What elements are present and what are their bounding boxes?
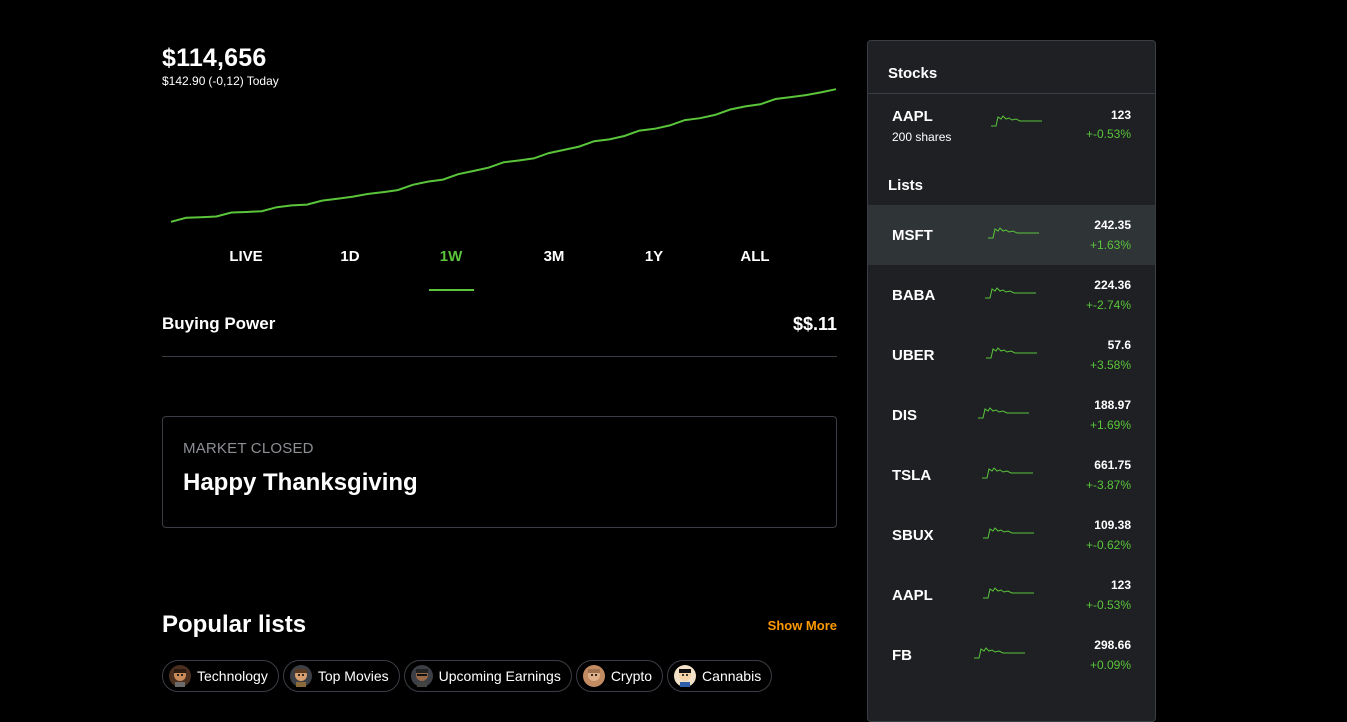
chip-label: Technology	[197, 668, 268, 684]
stock-percent: +-0.53%	[1085, 127, 1131, 141]
portfolio-value: $114,656	[162, 44, 267, 72]
portfolio-chart-svg	[170, 88, 837, 223]
stock-row-aapl[interactable]: AAPL 200 shares 123 +-0.53%	[868, 94, 1155, 168]
chip-top-movies[interactable]: Top Movies	[282, 660, 400, 692]
list-row-dis[interactable]: DIS 188.97 +1.69%	[868, 385, 1155, 445]
buying-power-value: $$.11	[792, 314, 837, 334]
list-price: 661.75	[1094, 458, 1131, 472]
list-percent: +-2.74%	[1085, 298, 1131, 312]
show-more-link[interactable]: Show More	[768, 618, 837, 633]
watchlist-sidebar: Stocks AAPL 200 shares 123 +-0.53% Lists…	[867, 40, 1156, 722]
chip-label: Top Movies	[317, 668, 389, 684]
list-price: 188.97	[1094, 398, 1131, 412]
avatar-crypto-icon	[582, 665, 605, 687]
list-symbol: BABA	[892, 287, 936, 304]
list-row-aapl[interactable]: AAPL 123 +-0.53%	[868, 565, 1155, 625]
market-status-card: MARKET CLOSED Happy Thanksgiving	[162, 416, 837, 528]
stocks-header-label: Stocks	[888, 65, 938, 82]
avatar-earnings-icon	[410, 665, 433, 687]
chip-cannabis[interactable]: Cannabis	[667, 660, 773, 692]
list-percent: +-0.62%	[1085, 538, 1131, 552]
avatar-movies-icon	[289, 665, 312, 687]
sparkline-icon	[974, 647, 1025, 659]
list-price: 224.36	[1094, 278, 1131, 292]
list-percent: +0.09%	[1089, 658, 1131, 672]
popular-lists-title: Popular lists	[162, 611, 307, 638]
list-row-fb[interactable]: FB 298.66 +0.09%	[868, 625, 1155, 685]
chip-technology[interactable]: Technology	[162, 660, 279, 692]
list-price: 123	[1110, 578, 1131, 592]
stocks-header: Stocks	[868, 41, 1155, 94]
list-symbol: UBER	[892, 347, 935, 364]
tab-all[interactable]: ALL	[725, 248, 785, 265]
chip-upcoming-earnings[interactable]: Upcoming Earnings	[403, 660, 572, 692]
stock-shares: 200 shares	[892, 130, 952, 144]
tab-1d[interactable]: 1D	[320, 248, 380, 265]
list-symbol: DIS	[892, 407, 918, 424]
market-message: Happy Thanksgiving	[183, 469, 418, 496]
sparkline-icon	[988, 227, 1039, 239]
lists-header: Lists	[888, 177, 924, 194]
active-tab-underline	[429, 289, 474, 291]
list-percent: +-0.53%	[1085, 598, 1131, 612]
list-row-sbux[interactable]: SBUX 109.38 +-0.62%	[868, 505, 1155, 565]
list-price: 109.38	[1094, 518, 1131, 532]
list-symbol: SBUX	[892, 527, 934, 544]
avatar-technology-icon	[169, 665, 191, 687]
list-percent: +1.69%	[1089, 418, 1131, 432]
list-percent: +-3.87%	[1085, 478, 1131, 492]
sparkline-icon	[986, 347, 1037, 359]
range-tabs: LIVE 1D 1W 3M 1Y ALL	[162, 248, 837, 292]
list-row-tsla[interactable]: TSLA 661.75 +-3.87%	[868, 445, 1155, 505]
portfolio-line	[170, 88, 837, 223]
buying-power-row[interactable]: Buying Power $$.11	[162, 312, 837, 357]
list-symbol: FB	[892, 647, 912, 664]
list-price: 298.66	[1094, 638, 1131, 652]
sparkline-icon	[982, 467, 1033, 479]
list-row-baba[interactable]: BABA 224.36 +-2.74%	[868, 265, 1155, 325]
list-row-uber[interactable]: UBER 57.6 +3.58%	[868, 325, 1155, 385]
popular-lists-chips: Technology Top Movies Upcoming Earnings …	[162, 660, 776, 692]
tab-live[interactable]: LIVE	[216, 248, 276, 265]
tab-1y[interactable]: 1Y	[624, 248, 684, 265]
chip-label: Upcoming Earnings	[438, 668, 561, 684]
main-column: $114,656 $142.90 (-0,12) Today LIVE 1D 1W …	[162, 0, 837, 696]
stock-symbol: AAPL	[892, 108, 933, 125]
sparkline-icon	[983, 587, 1034, 599]
list-price: 242.35	[1094, 218, 1131, 232]
chip-crypto[interactable]: Crypto	[575, 660, 664, 692]
list-symbol: TSLA	[892, 467, 932, 484]
list-percent: +1.63%	[1089, 238, 1131, 252]
list-symbol: MSFT	[892, 227, 933, 244]
chip-label: Crypto	[610, 668, 653, 684]
list-symbol: AAPL	[892, 587, 933, 604]
portfolio-chart[interactable]	[170, 84, 837, 229]
sparkline-icon	[985, 287, 1036, 299]
stock-price: 123	[1110, 108, 1131, 122]
sparkline-icon	[991, 115, 1042, 127]
list-price: 57.6	[1107, 338, 1131, 352]
list-percent: +3.58%	[1089, 358, 1131, 372]
sparkline-icon	[978, 407, 1029, 419]
buying-power-label: Buying Power	[162, 314, 276, 333]
chip-label: Cannabis	[702, 668, 762, 684]
list-row-msft[interactable]: MSFT 242.35 +1.63%	[868, 205, 1155, 265]
tab-3m[interactable]: 3M	[524, 248, 584, 265]
avatar-cannabis-icon	[674, 665, 697, 687]
market-status: MARKET CLOSED	[183, 440, 314, 457]
tab-1w[interactable]: 1W	[421, 248, 481, 265]
sparkline-icon	[983, 527, 1034, 539]
